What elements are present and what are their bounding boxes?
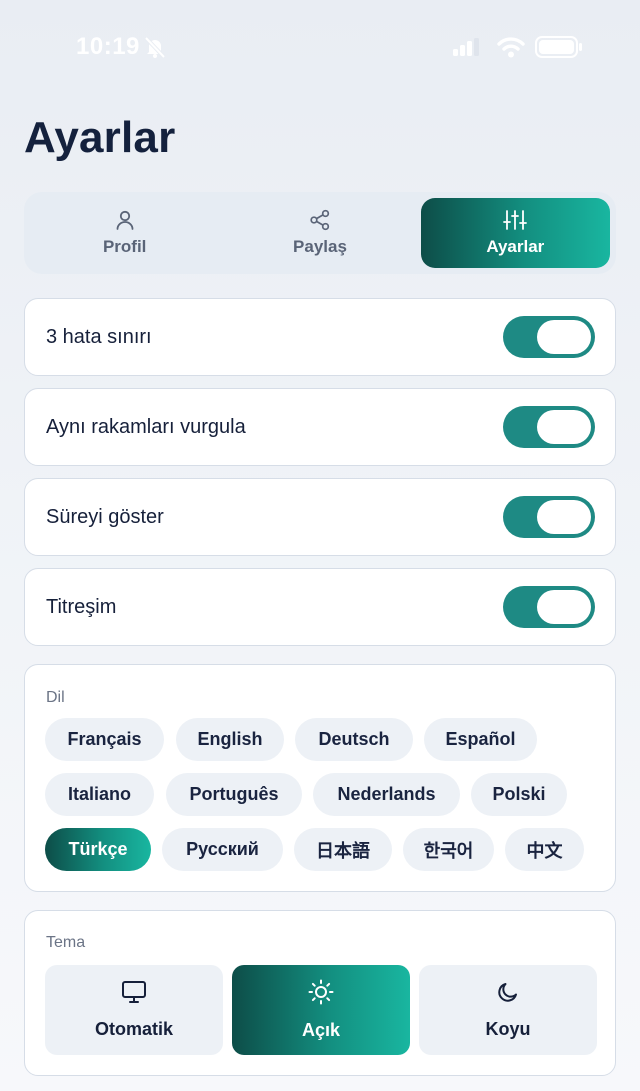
language-chip-russian[interactable]: Русский bbox=[162, 828, 283, 871]
toggle-switch[interactable] bbox=[503, 316, 595, 358]
setting-label: 3 hata sınırı bbox=[46, 325, 152, 348]
tab-profil-label: Profil bbox=[102, 237, 147, 256]
language-card: Dil Français English Deutsch Español Ita… bbox=[24, 664, 616, 892]
tab-profil[interactable]: Profil bbox=[30, 198, 219, 268]
language-chip-turkce[interactable]: Türkçe bbox=[45, 828, 151, 871]
language-section-label: Dil bbox=[46, 689, 65, 706]
tab-paylas[interactable]: Paylaş bbox=[225, 198, 414, 268]
theme-section-label: Tema bbox=[46, 934, 86, 951]
tab-paylas-label: Paylaş bbox=[293, 237, 347, 256]
language-chip-chinese[interactable]: 中文 bbox=[505, 828, 584, 871]
setting-row-sure-goster: Süreyi göster bbox=[24, 478, 616, 556]
theme-option-koyu[interactable]: Koyu bbox=[419, 965, 597, 1055]
theme-option-label: Açık bbox=[301, 1020, 341, 1040]
sun-icon bbox=[308, 979, 334, 1010]
language-chip-english[interactable]: English bbox=[176, 718, 284, 761]
theme-card: Tema Otomatik Açık Koyu bbox=[24, 910, 616, 1076]
bell-slash-icon bbox=[143, 36, 167, 63]
monitor-icon bbox=[121, 980, 147, 1009]
signal-icon bbox=[453, 38, 479, 61]
language-chip-francais[interactable]: Français bbox=[45, 718, 164, 761]
toggle-switch[interactable] bbox=[503, 586, 595, 628]
theme-option-label: Koyu bbox=[485, 1019, 531, 1039]
setting-row-hata-siniri: 3 hata sınırı bbox=[24, 298, 616, 376]
tab-bar: Profil Paylaş Ayarlar bbox=[24, 192, 616, 274]
setting-label: Aynı rakamları vurgula bbox=[46, 415, 246, 438]
status-bar: 10:19 bbox=[0, 0, 640, 96]
language-chip-deutsch[interactable]: Deutsch bbox=[295, 718, 413, 761]
moon-icon bbox=[496, 980, 520, 1009]
status-time: 10:19 bbox=[76, 33, 140, 60]
tab-ayarlar-label: Ayarlar bbox=[486, 237, 545, 256]
setting-label: Süreyi göster bbox=[46, 505, 164, 528]
toggle-switch[interactable] bbox=[503, 496, 595, 538]
battery-icon bbox=[535, 36, 583, 63]
user-icon bbox=[114, 209, 136, 231]
setting-label: Titreşim bbox=[46, 595, 117, 618]
language-chip-nederlands[interactable]: Nederlands bbox=[313, 773, 460, 816]
language-chip-italiano[interactable]: Italiano bbox=[45, 773, 154, 816]
wifi-icon bbox=[497, 36, 525, 63]
setting-row-titresim: Titreşim bbox=[24, 568, 616, 646]
theme-option-label: Otomatik bbox=[94, 1019, 173, 1039]
setting-row-rakam-vurgula: Aynı rakamları vurgula bbox=[24, 388, 616, 466]
language-chip-espanol[interactable]: Español bbox=[424, 718, 537, 761]
language-chip-japanese[interactable]: 日本語 bbox=[294, 828, 392, 871]
toggle-switch[interactable] bbox=[503, 406, 595, 448]
share-icon bbox=[309, 209, 331, 231]
page-title: Ayarlar bbox=[24, 113, 176, 162]
language-chip-polski[interactable]: Polski bbox=[471, 773, 567, 816]
theme-option-otomatik[interactable]: Otomatik bbox=[45, 965, 223, 1055]
sliders-icon bbox=[503, 209, 528, 231]
theme-option-acik[interactable]: Açık bbox=[232, 965, 410, 1055]
language-chip-korean[interactable]: 한국어 bbox=[403, 828, 494, 871]
tab-ayarlar[interactable]: Ayarlar bbox=[420, 198, 610, 268]
language-chip-portugues[interactable]: Português bbox=[166, 773, 302, 816]
